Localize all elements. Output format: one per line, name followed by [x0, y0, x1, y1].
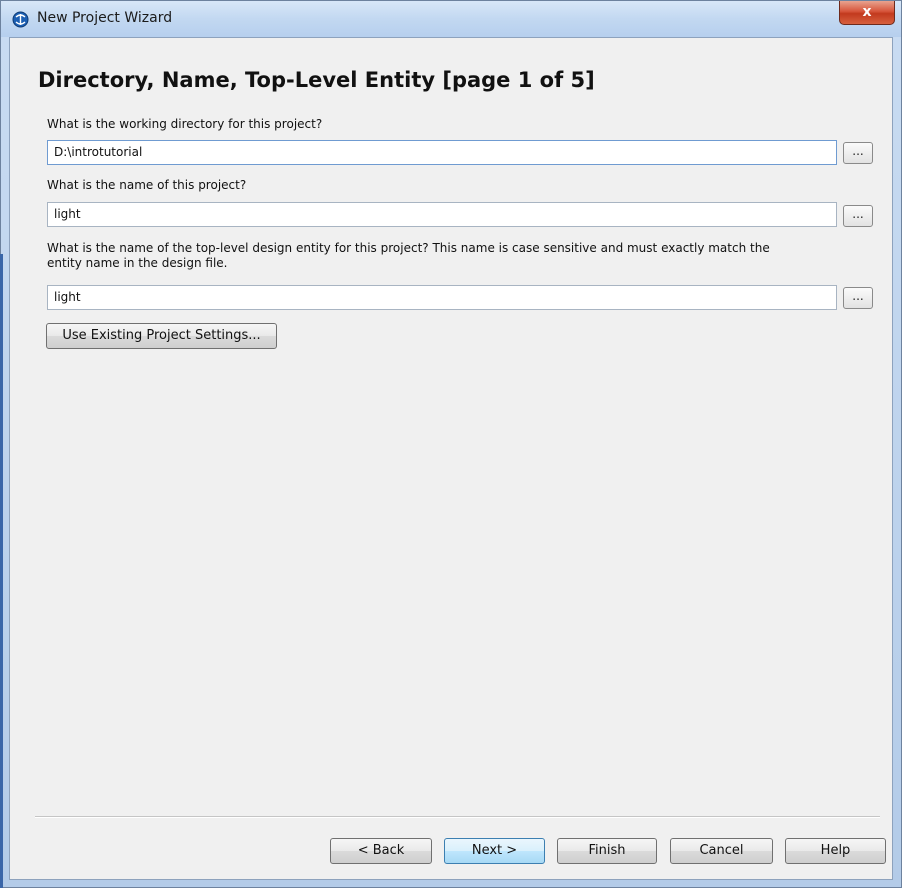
title-bar[interactable]: New Project Wizard x: [1, 1, 901, 37]
cancel-button[interactable]: Cancel: [670, 838, 773, 864]
close-button[interactable]: x: [839, 1, 895, 25]
project-name-label: What is the name of this project?: [47, 178, 247, 192]
project-name-input[interactable]: light: [47, 202, 837, 227]
finish-button[interactable]: Finish: [557, 838, 657, 864]
use-existing-settings-button[interactable]: Use Existing Project Settings...: [46, 323, 277, 349]
wizard-window: New Project Wizard x: [0, 0, 902, 888]
back-button[interactable]: < Back: [330, 838, 432, 864]
top-level-input[interactable]: light: [47, 285, 837, 310]
window-title: New Project Wizard: [37, 10, 173, 26]
close-icon: x: [862, 4, 872, 20]
quartus-app-icon: [12, 11, 29, 28]
page-title: Directory, Name, Top-Level Entity [page …: [38, 68, 595, 92]
directory-label: What is the working directory for this p…: [47, 117, 323, 131]
top-level-label-line2: entity name in the design file.: [47, 256, 228, 270]
project-name-browse-button[interactable]: ...: [843, 205, 873, 227]
next-button[interactable]: Next >: [444, 838, 545, 864]
top-level-label-line1: What is the name of the top-level design…: [47, 241, 770, 255]
top-level-browse-button[interactable]: ...: [843, 287, 873, 309]
directory-browse-button[interactable]: ...: [843, 142, 873, 164]
left-edge-accent: [0, 254, 3, 888]
footer-separator: [35, 816, 880, 818]
directory-input[interactable]: D:\introtutorial: [47, 140, 837, 165]
help-button[interactable]: Help: [785, 838, 886, 864]
